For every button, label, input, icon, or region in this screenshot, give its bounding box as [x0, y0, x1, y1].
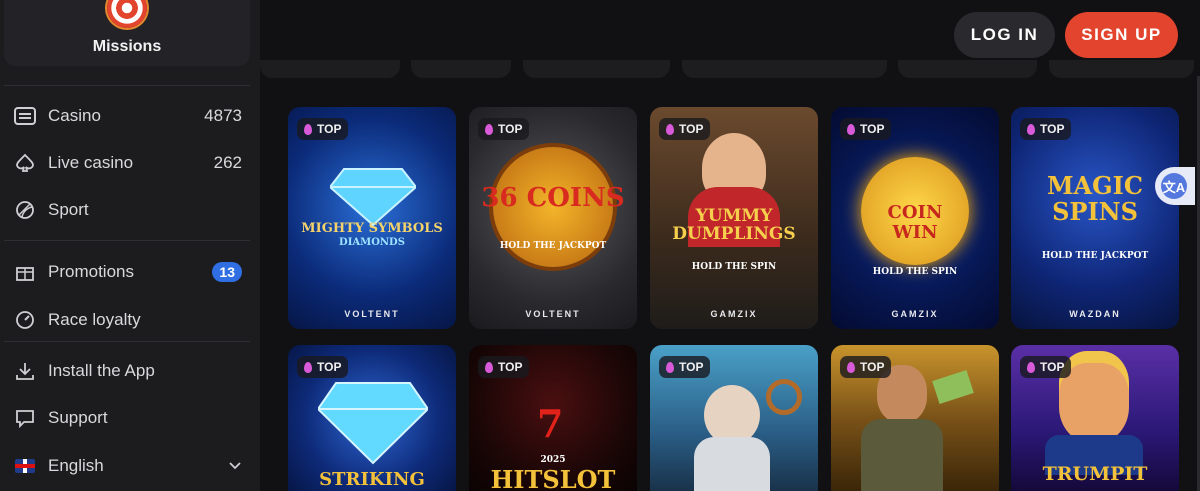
category-tab[interactable]: [523, 60, 670, 78]
flame-icon: [304, 361, 312, 373]
game-title: YUMMY DUMPLINGS: [672, 206, 796, 244]
top-badge: TOP: [478, 356, 530, 378]
top-badge: TOP: [297, 118, 349, 140]
game-subtitle: DIAMONDS: [339, 237, 405, 248]
top-badge: TOP: [659, 356, 711, 378]
flame-icon: [1027, 123, 1035, 135]
flame-icon: [1027, 361, 1035, 373]
flame-icon: [666, 361, 674, 373]
flame-icon: [485, 123, 493, 135]
login-button[interactable]: LOG IN: [954, 12, 1055, 58]
uk-flag-icon: [15, 459, 35, 473]
game-subtitle: HOLD THE SPIN: [872, 267, 958, 277]
game-count: 262: [213, 153, 242, 172]
game-year: 2025: [540, 455, 566, 465]
category-tab[interactable]: [411, 60, 511, 78]
sidebar-item-install-app[interactable]: Install the App: [14, 356, 242, 386]
game-tile[interactable]: TOP YUMMY DUMPLINGS HOLD THE SPIN GAMZIX: [650, 107, 818, 329]
category-tab[interactable]: [898, 60, 1037, 78]
sidebar-item-casino[interactable]: Casino 4873: [14, 101, 242, 131]
game-tile[interactable]: TOP 7 2025 HITSLOT: [469, 345, 637, 491]
category-tab[interactable]: [260, 60, 400, 78]
spade-icon: [14, 152, 36, 174]
top-badge: TOP: [659, 118, 711, 140]
translate-button[interactable]: 文A: [1155, 167, 1195, 205]
sidebar-item-label: Install the App: [48, 361, 155, 380]
sidebar: Missions Casino 4873 Live casino 262 Spo…: [0, 0, 260, 491]
game-title: MIGHTY SYMBOLS: [301, 221, 443, 236]
divider: [4, 341, 250, 342]
provider-name: WAZDAN: [1069, 309, 1121, 319]
provider-name: VOLTENT: [525, 309, 581, 319]
language-label: English: [48, 456, 104, 475]
game-title: 36 COINS: [481, 183, 625, 213]
sidebar-item-label: Promotions: [48, 262, 134, 281]
sidebar-item-label: Live casino: [48, 153, 134, 172]
top-badge: TOP: [1020, 118, 1072, 140]
game-tile[interactable]: TOP TRUMPIT: [1011, 345, 1179, 491]
game-title: TRUMPIT: [1042, 463, 1148, 485]
game-tile[interactable]: TOP 36 COINS HOLD THE JACKPOT VOLTENT: [469, 107, 637, 329]
missions-button[interactable]: Missions: [4, 0, 250, 66]
flame-icon: [847, 123, 855, 135]
gauge-icon: [14, 309, 36, 331]
top-badge: TOP: [297, 356, 349, 378]
game-subtitle: HOLD THE JACKPOT: [499, 241, 607, 251]
ball-icon: [14, 199, 36, 221]
flame-icon: [485, 361, 493, 373]
game-title: COIN WIN: [887, 202, 943, 243]
language-selector[interactable]: English: [14, 451, 242, 481]
seven-symbol: 7: [537, 401, 564, 446]
divider: [4, 85, 250, 86]
game-subtitle: HOLD THE SPIN: [691, 262, 777, 272]
download-icon: [14, 360, 36, 382]
slot-machine-icon: [14, 105, 36, 127]
game-title: HITSLOT: [490, 465, 616, 491]
divider: [4, 240, 250, 241]
sidebar-item-label: Support: [48, 408, 108, 427]
game-title: STRIKING: [319, 469, 425, 490]
provider-name: GAMZIX: [710, 309, 758, 319]
game-tile[interactable]: TOP STRIKING: [288, 345, 456, 491]
top-badge: TOP: [1020, 356, 1072, 378]
top-badge: TOP: [840, 118, 892, 140]
provider-name: GAMZIX: [891, 309, 939, 319]
flame-icon: [666, 123, 674, 135]
sidebar-item-label: Sport: [48, 200, 89, 219]
diamond-icon: [318, 382, 428, 465]
missions-label: Missions: [92, 38, 162, 55]
game-count: 4873: [204, 106, 242, 125]
game-tile[interactable]: TOP COIN WIN HOLD THE SPIN GAMZIX: [831, 107, 999, 329]
sidebar-item-promotions[interactable]: Promotions 13: [14, 257, 242, 287]
gear-icon: [766, 379, 802, 415]
flame-icon: [304, 123, 312, 135]
signup-button[interactable]: SIGN UP: [1065, 12, 1178, 58]
promotions-count-badge: 13: [212, 262, 242, 282]
category-tab[interactable]: [1049, 60, 1194, 78]
category-tab[interactable]: [682, 60, 887, 78]
game-tile[interactable]: TOP MAGIC SPINS HOLD THE JACKPOT WAZDAN: [1011, 107, 1179, 329]
sidebar-item-sport[interactable]: Sport: [14, 195, 242, 225]
sidebar-item-label: Race loyalty: [48, 310, 141, 329]
scientist-character: [704, 385, 760, 445]
translate-icon: 文A: [1161, 173, 1187, 199]
sidebar-item-label: Casino: [48, 106, 101, 125]
chevron-down-icon: [228, 456, 242, 476]
game-tile[interactable]: TOP MIGHTY SYMBOLS DIAMONDS VOLTENT: [288, 107, 456, 329]
provider-name: VOLTENT: [344, 309, 400, 319]
sidebar-item-live-casino[interactable]: Live casino 262: [14, 148, 242, 178]
flame-icon: [847, 361, 855, 373]
game-tile[interactable]: TOP: [650, 345, 818, 491]
diamond-icon: [330, 168, 416, 227]
sidebar-item-race-loyalty[interactable]: Race loyalty: [14, 305, 242, 335]
top-badge: TOP: [840, 356, 892, 378]
game-subtitle: HOLD THE JACKPOT: [1041, 251, 1149, 261]
gift-icon: [14, 261, 36, 283]
game-tile[interactable]: TOP: [831, 345, 999, 491]
chat-icon: [14, 407, 36, 429]
game-title: MAGIC SPINS: [1046, 171, 1143, 226]
top-badge: TOP: [478, 118, 530, 140]
sidebar-item-support[interactable]: Support: [14, 403, 242, 433]
target-icon: [107, 0, 147, 28]
